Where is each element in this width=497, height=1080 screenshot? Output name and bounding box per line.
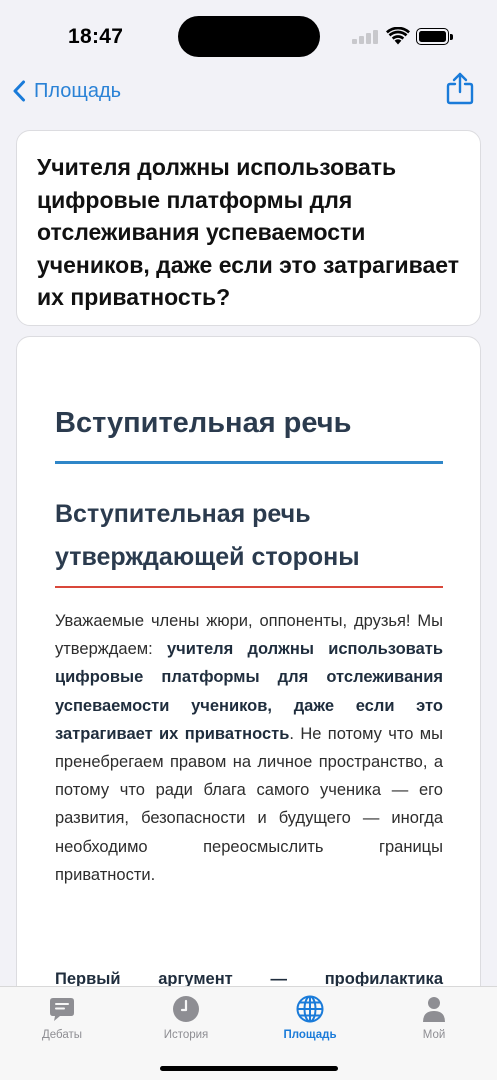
heading-divider (55, 461, 443, 464)
chat-bubble-icon (50, 998, 74, 1021)
tab-my[interactable]: Мой (384, 995, 484, 1047)
tab-history[interactable]: История (136, 995, 236, 1047)
home-indicator (160, 1066, 338, 1071)
status-time: 18:47 (68, 25, 124, 48)
back-button[interactable]: Площадь (12, 74, 121, 108)
tab-square-label: Площадь (283, 1029, 337, 1041)
dynamic-island (178, 16, 320, 57)
cellular-signal-icon (352, 30, 380, 44)
question-card: Учителя должны использовать цифровые пла… (16, 130, 481, 326)
person-icon (423, 997, 445, 1022)
status-bar: 18:47 (0, 0, 497, 72)
battery-icon (416, 28, 453, 45)
navigation-bar: Площадь (0, 72, 497, 122)
speech-heading: Вступительная речь (55, 407, 352, 439)
tab-my-label: Мой (422, 1029, 446, 1041)
clock-icon (173, 996, 199, 1022)
speech-body-rest: . Не потому что мы пренебрегаем правом н… (55, 724, 444, 884)
share-icon[interactable] (445, 72, 475, 106)
speech-body: Уважаемые члены жюри, оппоненты, друзья!… (55, 607, 443, 889)
tab-debates-label: Дебаты (41, 1029, 83, 1041)
globe-icon (296, 995, 324, 1023)
tab-square[interactable]: Площадь (260, 995, 360, 1047)
speech-card: Вступительная речь Вступительная речь ут… (16, 336, 481, 1056)
back-button-label: Площадь (34, 79, 122, 102)
chevron-left-icon (13, 80, 25, 102)
speech-subheading: Вступительная речь утверждающей стороны (55, 500, 360, 571)
tab-history-label: История (163, 1029, 209, 1041)
tab-debates[interactable]: Дебаты (12, 995, 112, 1047)
subheading-divider (55, 586, 443, 588)
wifi-icon (386, 27, 410, 45)
question-title: Учителя должны использовать цифровые пла… (37, 154, 460, 310)
